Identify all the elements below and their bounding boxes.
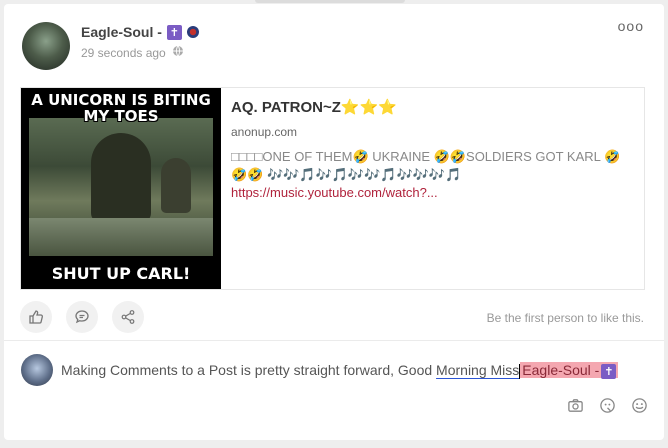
comment-tools [566, 396, 648, 414]
preview-url[interactable]: https://music.youtube.com/watch?... [231, 184, 634, 202]
share-button[interactable] [112, 301, 144, 333]
preview-description: □□□□ONE OF THEM🤣 UKRAINE 🤣🤣SOLDIERS GOT … [231, 149, 621, 182]
gif-icon[interactable] [598, 396, 616, 414]
star-icons: ⭐⭐⭐ [340, 99, 397, 116]
emoji-icon[interactable] [630, 396, 648, 414]
comment-input[interactable]: Making Comments to a Post is pretty stra… [61, 362, 619, 379]
camera-icon[interactable] [566, 396, 584, 414]
mention-tag[interactable]: Eagle-Soul - ✝ [520, 362, 619, 379]
meme-bottom-text: SHUT UP CARL! [51, 264, 191, 283]
preview-image[interactable]: A UNICORN IS BITING MY TOES SHUT UP CARL… [21, 88, 221, 289]
swamp-water [29, 218, 213, 256]
more-options-button[interactable]: ooo [618, 18, 644, 34]
preview-body: AQ. PATRON~Z⭐⭐⭐ anonup.com □□□□ONE OF TH… [221, 88, 644, 289]
post-actions [20, 301, 144, 333]
cross-badge: ✝ [166, 24, 182, 40]
commenter-avatar [21, 354, 53, 386]
preview-domain: anonup.com [231, 125, 298, 139]
author-line: Eagle-Soul - ✝ [81, 24, 199, 40]
post-meta: 29 seconds ago [81, 45, 184, 60]
globe-icon [172, 45, 184, 60]
spellcheck-word[interactable]: Morning Miss [436, 362, 519, 378]
comment-text: Making Comments to a Post is pretty stra… [61, 362, 437, 378]
thumbs-up-icon [29, 310, 43, 324]
like-button[interactable] [20, 301, 52, 333]
soldier-figure [91, 133, 151, 223]
divider [4, 340, 664, 341]
preview-title-text: AQ. PATRON~Z [231, 99, 341, 116]
comment-button[interactable] [66, 301, 98, 333]
preview-title[interactable]: AQ. PATRON~Z⭐⭐⭐ [231, 98, 634, 116]
author-name[interactable]: Eagle-Soul - [81, 24, 162, 40]
mention-name: Eagle-Soul - [522, 362, 600, 378]
flag-icon [186, 26, 199, 38]
soldier-figure-2 [161, 158, 191, 213]
post-timestamp[interactable]: 29 seconds ago [81, 46, 166, 60]
share-icon [121, 310, 135, 324]
meme-top-text: A UNICORN IS BITING MY TOES [31, 91, 211, 125]
top-handle [255, 0, 405, 3]
comment-icon [75, 310, 89, 324]
link-preview[interactable]: A UNICORN IS BITING MY TOES SHUT UP CARL… [20, 87, 645, 290]
cross-badge: ✝ [601, 364, 617, 379]
post-card: ooo Eagle-Soul - ✝ 29 seconds ago A UNIC… [4, 4, 664, 440]
likes-summary: Be the first person to like this. [486, 311, 644, 325]
author-avatar[interactable] [22, 22, 70, 70]
